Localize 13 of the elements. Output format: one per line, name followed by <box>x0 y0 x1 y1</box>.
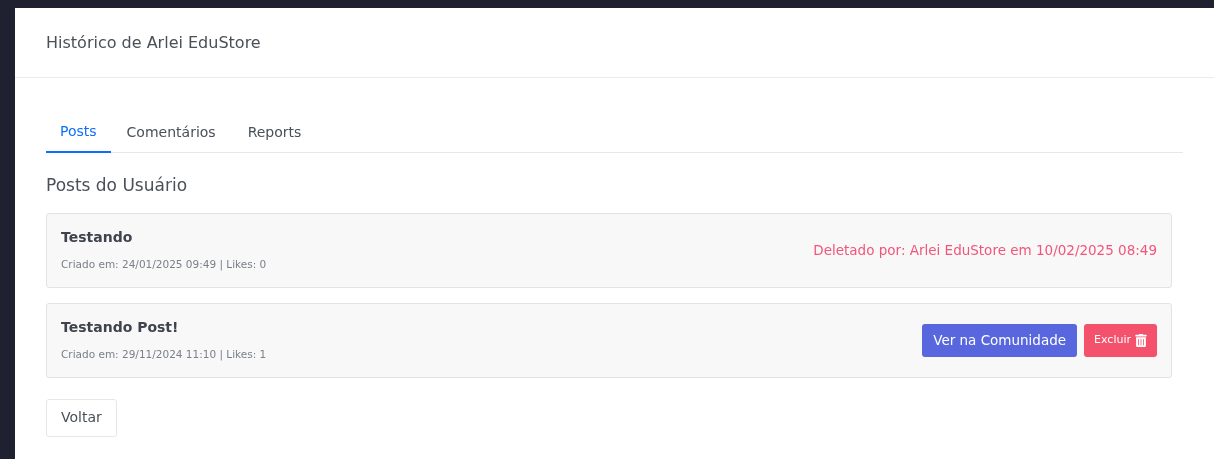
post-title: Testando <box>61 228 134 248</box>
tab[interactable]: Posts <box>46 112 111 153</box>
deleted-status: Deletado por: Arlei EduStore em 10/02/2025 08:49 <box>813 240 1157 260</box>
back-button[interactable]: Voltar <box>46 398 117 437</box>
tab[interactable]: Comentários <box>110 112 232 152</box>
section-title: Posts do Usuário <box>46 174 189 197</box>
trash-icon <box>1135 333 1147 347</box>
post-title: Testando Post! <box>61 318 180 338</box>
view-community-button[interactable]: Ver na Comunidade <box>922 323 1078 357</box>
modal-title: Histórico de Arlei EduStore <box>46 31 261 54</box>
post-meta: Criado em: 29/11/2024 11:10 | Likes: 1 <box>61 347 267 363</box>
post-meta: Criado em: 24/01/2025 09:49 | Likes: 0 <box>61 257 267 273</box>
tab[interactable]: Reports <box>231 112 318 152</box>
